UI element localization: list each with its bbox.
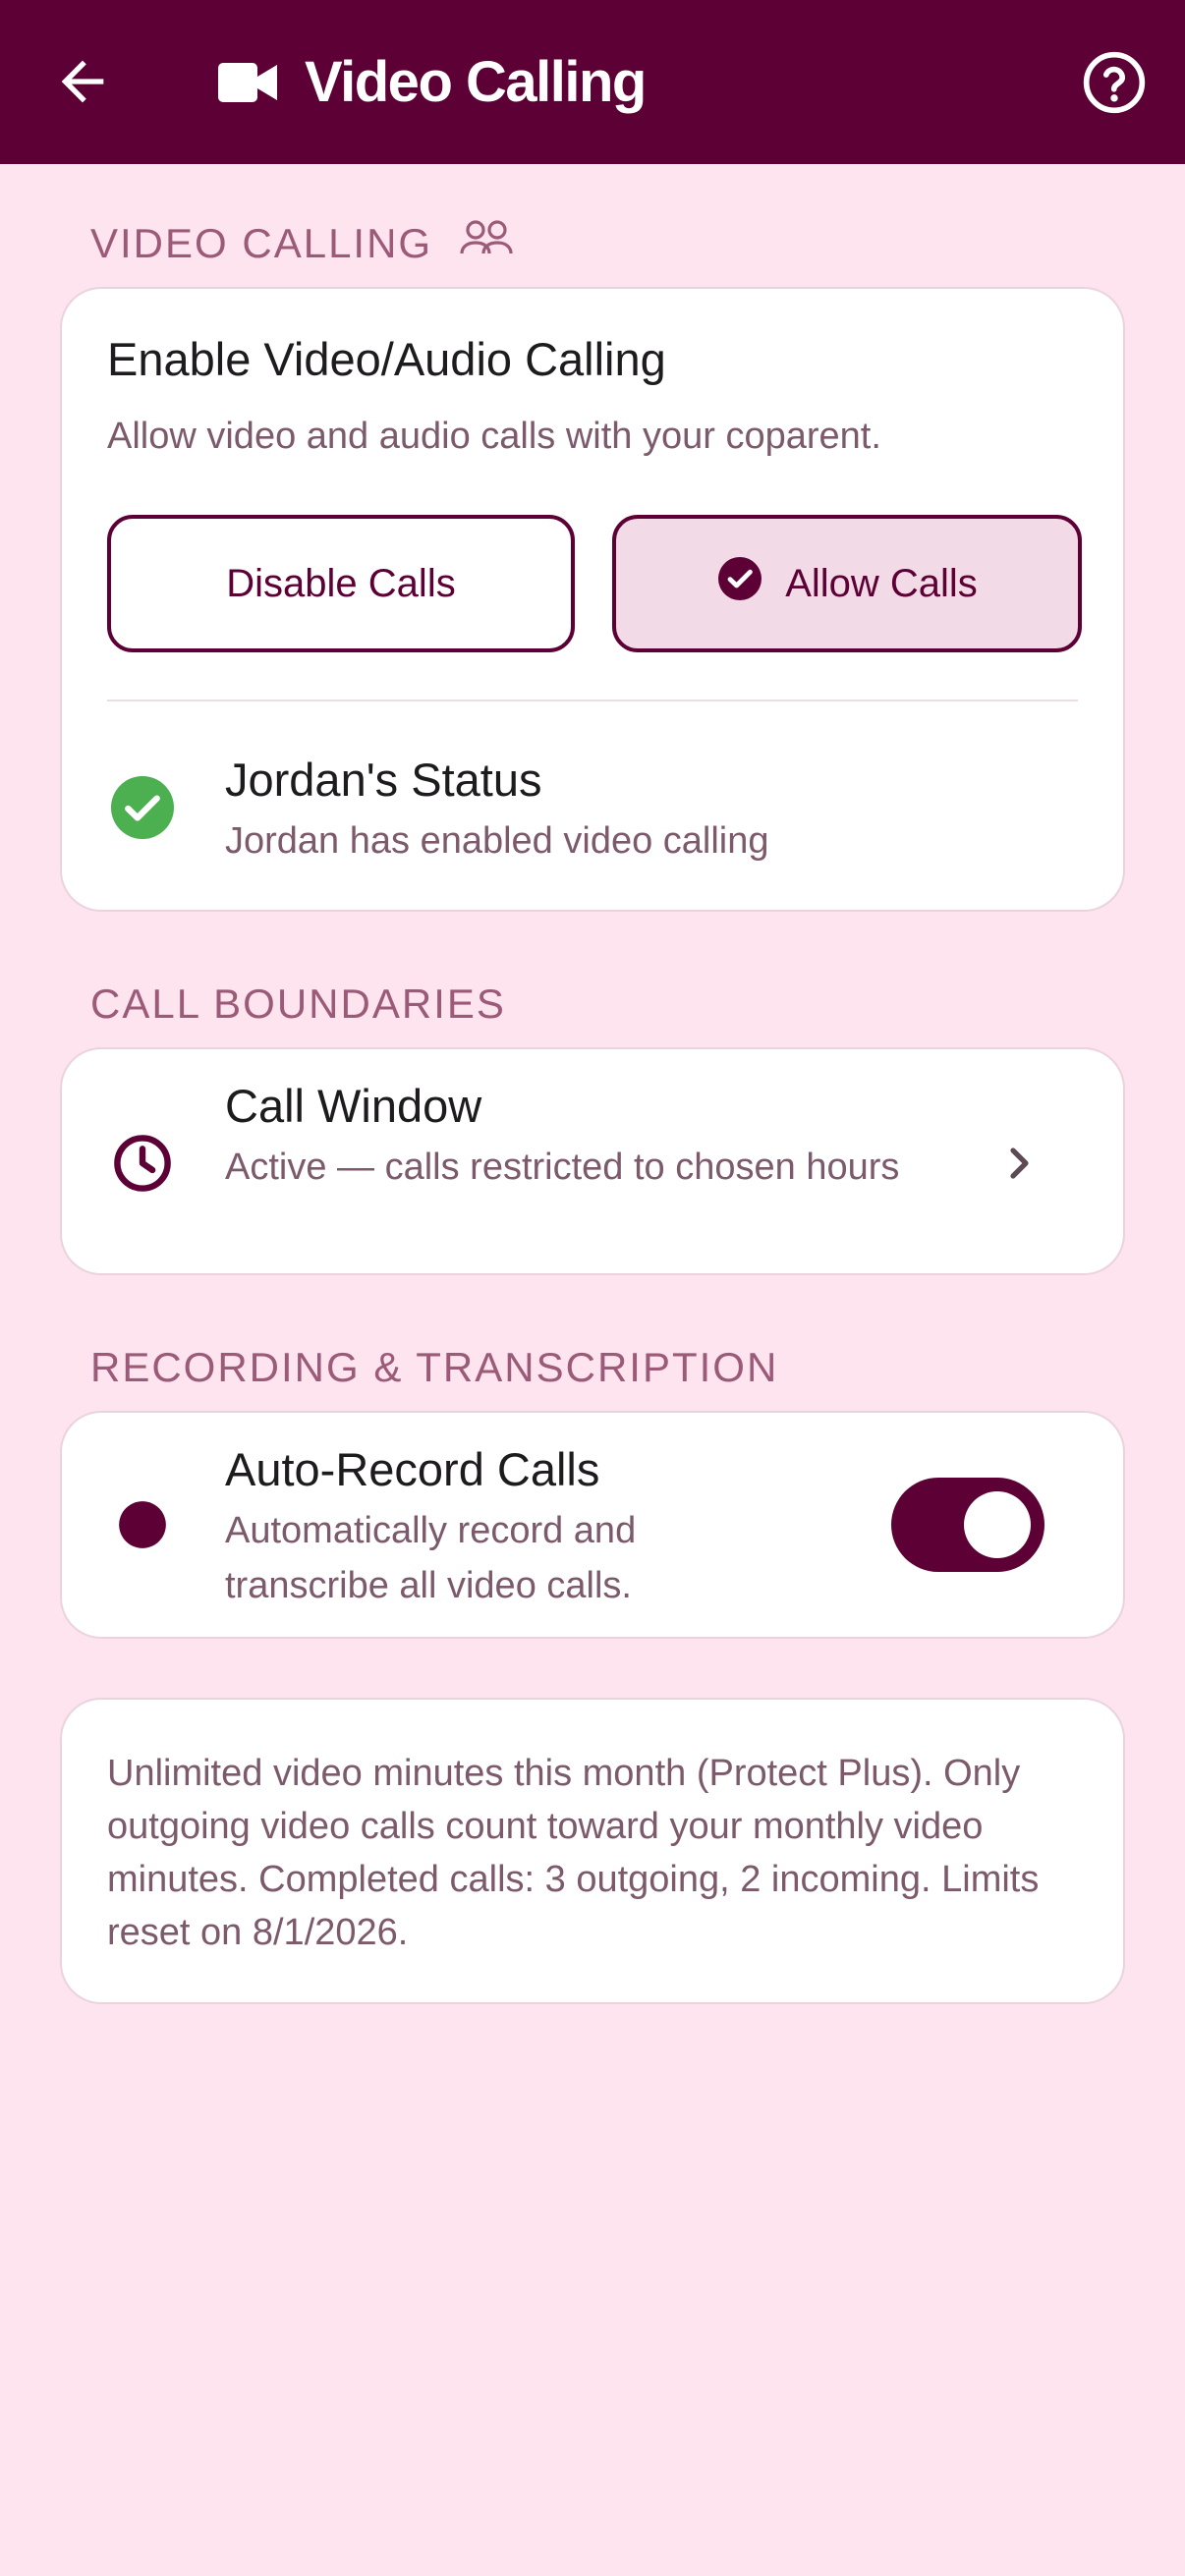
call-window-row[interactable]: Call Window Active — calls restricted to…: [60, 1047, 1125, 1275]
section-header-label: VIDEO CALLING: [90, 220, 433, 266]
coparent-status-title: Jordan's Status: [225, 754, 542, 806]
videocam-icon: [218, 59, 277, 106]
allow-calls-label: Allow Calls: [785, 561, 978, 605]
auto-record-title: Auto-Record Calls: [225, 1443, 600, 1495]
toggle-knob: [964, 1491, 1031, 1558]
record-dot-icon: [117, 1499, 168, 1555]
section-header-label: RECORDING & TRANSCRIPTION: [90, 1344, 779, 1390]
arrow-back-icon[interactable]: [51, 50, 114, 113]
check-circle-icon: [716, 555, 785, 612]
call-window-title: Call Window: [225, 1080, 482, 1132]
section-header-call-boundaries: CALL BOUNDARIES: [90, 977, 506, 1032]
chevron-right-icon: [995, 1140, 1043, 1192]
section-header-recording: RECORDING & TRANSCRIPTION: [90, 1340, 778, 1395]
auto-record-subtitle: Automatically record and transcribe all …: [225, 1510, 637, 1606]
group-icon: [432, 216, 513, 271]
page-title: Video Calling: [305, 50, 647, 114]
enable-calling-subtitle: Allow video and audio calls with your co…: [107, 416, 881, 457]
enable-calling-title: Enable Video/Audio Calling: [107, 333, 666, 385]
divider: [107, 700, 1078, 701]
section-header-video-calling: VIDEO CALLING: [90, 216, 513, 271]
call-window-subtitle: Active — calls restricted to chosen hour…: [225, 1147, 900, 1188]
disable-calls-button[interactable]: Disable Calls: [107, 515, 575, 652]
section-header-label: CALL BOUNDARIES: [90, 980, 506, 1027]
usage-info-card: Unlimited video minutes this month (Prot…: [60, 1698, 1125, 2004]
app-bar: Video Calling: [0, 0, 1185, 164]
auto-record-toggle[interactable]: [891, 1478, 1044, 1572]
allow-calls-button[interactable]: Allow Calls: [612, 515, 1082, 652]
video-calling-card: Enable Video/Audio Calling Allow video a…: [60, 287, 1125, 912]
coparent-status-text: Jordan has enabled video calling: [225, 820, 769, 862]
clock-icon: [111, 1132, 174, 1200]
help-icon[interactable]: [1081, 49, 1148, 116]
auto-record-row: Auto-Record Calls Automatically record a…: [60, 1411, 1125, 1639]
usage-info-text: Unlimited video minutes this month (Prot…: [107, 1753, 1040, 1953]
check-circle-success-icon: [111, 776, 174, 844]
disable-calls-label: Disable Calls: [226, 561, 456, 605]
